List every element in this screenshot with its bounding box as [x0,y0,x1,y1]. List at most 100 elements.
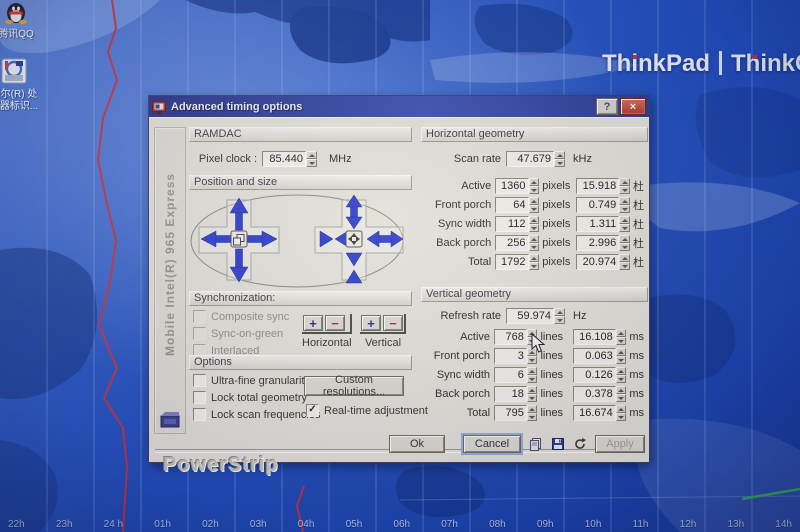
geometry-value-field[interactable]: 18 [494,386,527,402]
checkbox-realtime-adjustment[interactable]: ✓ Real-time adjustment [306,404,428,417]
refresh-icon[interactable] [572,436,588,452]
move-right-arrow-icon[interactable] [247,236,263,243]
geometry-time-spinner[interactable] [619,235,630,251]
horizontal-plus-button[interactable]: + [303,315,323,331]
spinner-up-icon[interactable] [616,367,627,375]
checkbox-box[interactable] [193,408,206,421]
spinner-down-icon[interactable] [616,394,627,402]
spinner-up-icon[interactable] [616,348,627,356]
spinner-up-icon[interactable] [619,235,630,243]
geometry-value-spinner[interactable] [527,405,538,421]
geometry-value-spinner[interactable] [527,367,538,383]
geometry-time-field[interactable]: 2.996 [576,235,619,251]
close-button[interactable]: × [620,98,646,115]
checkbox-ultra-fine-granularity[interactable]: Ultra-fine granularity [193,374,320,387]
geometry-value-spinner[interactable] [529,235,540,251]
spinner-down-icon[interactable] [619,243,630,251]
spinner-up-icon[interactable] [306,151,317,159]
spinner-up-icon[interactable] [616,405,627,413]
geometry-time-field[interactable]: 0.749 [576,197,619,213]
checkbox-lock-total-geometry[interactable]: Lock total geometry [193,391,320,404]
geometry-value-field[interactable]: 112 [495,216,528,232]
geometry-value-field[interactable]: 768 [494,329,527,345]
geometry-value-field[interactable]: 6 [494,367,527,383]
geometry-time-spinner[interactable] [616,386,627,402]
cancel-button[interactable]: Cancel [463,435,521,453]
spinner-down-icon[interactable] [554,316,565,324]
checkbox-box[interactable] [193,391,206,404]
refresh-rate-spinner[interactable] [554,308,565,324]
spinner-down-icon[interactable] [529,186,540,194]
geometry-time-spinner[interactable] [616,348,627,364]
scan-rate-spinner[interactable] [554,151,565,167]
pixel-clock-spinner[interactable] [306,151,317,167]
spinner-down-icon[interactable] [529,205,540,213]
geometry-time-spinner[interactable] [616,405,627,421]
spinner-down-icon[interactable] [529,262,540,270]
spinner-up-icon[interactable] [554,151,565,159]
geometry-value-field[interactable]: 795 [494,405,527,421]
vertical-plus-button[interactable]: + [361,315,381,331]
spinner-up-icon[interactable] [619,254,630,262]
geometry-value-field[interactable]: 3 [494,348,527,364]
spinner-down-icon[interactable] [527,356,538,364]
ok-button[interactable]: Ok [389,435,445,453]
refresh-rate-field[interactable]: 59.974 [506,308,554,324]
help-button[interactable]: ? [596,98,618,115]
geometry-value-spinner[interactable] [529,197,540,213]
spinner-up-icon[interactable] [527,386,538,394]
geometry-time-spinner[interactable] [616,367,627,383]
spinner-down-icon[interactable] [306,159,317,167]
spinner-up-icon[interactable] [619,216,630,224]
spinner-up-icon[interactable] [529,216,540,224]
spinner-up-icon[interactable] [619,197,630,205]
geometry-time-spinner[interactable] [619,197,630,213]
geometry-time-field[interactable]: 15.918 [576,178,619,194]
geometry-time-field[interactable]: 16.674 [573,405,615,421]
geometry-time-field[interactable]: 1.311 [576,216,619,232]
geometry-time-field[interactable]: 20.974 [576,254,619,270]
geometry-value-spinner[interactable] [527,386,538,402]
geometry-time-spinner[interactable] [619,178,630,194]
checkbox-box[interactable]: ✓ [306,404,319,417]
geometry-value-spinner[interactable] [529,178,540,194]
geometry-time-spinner[interactable] [619,216,630,232]
position-size-controls[interactable] [189,192,411,290]
geometry-value-spinner[interactable] [529,216,540,232]
checkbox-box[interactable] [193,310,206,323]
spinner-down-icon[interactable] [527,375,538,383]
checkbox-box[interactable] [193,374,206,387]
checkbox-sync-on-green[interactable]: Sync-on-green [193,327,289,340]
spinner-down-icon[interactable] [527,413,538,421]
horizontal-minus-button[interactable]: − [325,315,345,331]
geometry-value-spinner[interactable] [529,254,540,270]
desktop-icon-qq[interactable]: 腾讯QQ [0,2,42,41]
spinner-down-icon[interactable] [616,356,627,364]
spinner-down-icon[interactable] [619,205,630,213]
geometry-time-field[interactable]: 0.126 [573,367,615,383]
spinner-down-icon[interactable] [619,186,630,194]
spinner-up-icon[interactable] [527,405,538,413]
geometry-value-field[interactable]: 64 [495,197,528,213]
spinner-up-icon[interactable] [619,178,630,186]
spinner-down-icon[interactable] [529,224,540,232]
spinner-down-icon[interactable] [554,159,565,167]
checkbox-box[interactable] [193,327,206,340]
scan-rate-field[interactable]: 47.679 [506,151,554,167]
geometry-time-spinner[interactable] [619,254,630,270]
spinner-down-icon[interactable] [616,375,627,383]
geometry-time-field[interactable]: 0.378 [573,386,615,402]
spinner-up-icon[interactable] [554,308,565,316]
spinner-down-icon[interactable] [529,243,540,251]
spinner-up-icon[interactable] [527,367,538,375]
clipboard-icon[interactable] [528,436,544,452]
spinner-up-icon[interactable] [529,235,540,243]
move-left-arrow-icon[interactable] [215,236,231,243]
spinner-up-icon[interactable] [529,254,540,262]
desktop-icon-intel-utility[interactable]: 特尔(R) 处 理器标识... [0,58,40,113]
geometry-value-field[interactable]: 1360 [495,178,528,194]
geometry-time-spinner[interactable] [616,329,627,345]
geometry-time-field[interactable]: 0.063 [573,348,615,364]
spinner-up-icon[interactable] [529,197,540,205]
geometry-time-field[interactable]: 16.108 [573,329,615,345]
